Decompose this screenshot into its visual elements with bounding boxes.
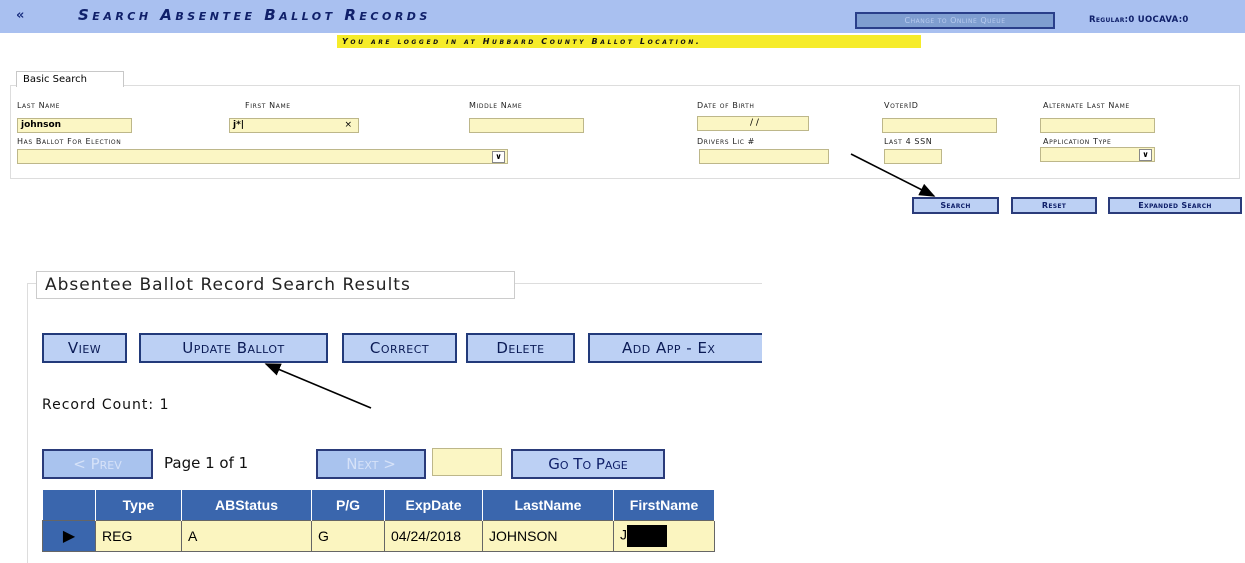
drivers-lic-label: Drivers Lic # [697,137,755,146]
prev-button[interactable]: < Prev [42,449,153,479]
next-button[interactable]: Next > [316,449,426,479]
table-row[interactable]: ▶ REG A G 04/24/2018 JOHNSON J [42,520,715,552]
column-header-lastname[interactable]: LastName [482,490,614,521]
column-header-expdate[interactable]: ExpDate [384,490,483,521]
table-header-row: Type ABStatus P/G ExpDate LastName First… [42,490,715,521]
voterid-label: VoterID [884,101,919,110]
ssn-label: Last 4 SSN [884,137,933,146]
search-button[interactable]: Search [912,197,999,214]
ssn-input[interactable] [884,149,942,164]
add-app-button[interactable]: Add App - Ex [588,333,762,363]
last-name-label: Last Name [17,101,61,110]
results-legend: Absentee Ballot Record Search Results [36,271,515,299]
update-ballot-button[interactable]: Update Ballot [139,333,328,363]
redaction-block [627,525,667,547]
column-header-abstatus[interactable]: ABStatus [181,490,312,521]
cell-type: REG [95,520,182,552]
first-name-input[interactable]: j*| × [229,118,359,133]
queue-counts: Regular:0 UOCAVA:0 [1089,15,1189,25]
app-type-label: Application Type [1043,137,1112,146]
cell-pg: G [311,520,385,552]
go-to-page-button[interactable]: Go To Page [511,449,665,479]
action-toolbar: View Update Ballot Correct Delete Add Ap… [0,325,762,365]
location-banner: You are logged in at Hubbard County Ball… [337,35,921,48]
results-table: Type ABStatus P/G ExpDate LastName First… [42,490,715,552]
expanded-search-button[interactable]: Expanded Search [1108,197,1242,214]
cell-expdate: 04/24/2018 [384,520,483,552]
middle-name-label: Middle Name [469,101,523,110]
row-selector-icon[interactable]: ▶ [42,520,96,552]
app-type-select[interactable]: ∨ [1040,147,1155,162]
alt-last-name-input[interactable] [1040,118,1155,133]
view-button[interactable]: View [42,333,127,363]
basic-search-legend: Basic Search [16,71,124,87]
column-header-firstname[interactable]: FirstName [613,490,715,521]
voterid-input[interactable] [882,118,997,133]
dob-input[interactable]: / / [697,116,809,131]
alt-last-name-label: Alternate Last Name [1043,101,1130,110]
cell-abstatus: A [181,520,312,552]
collapse-icon[interactable]: « [16,8,24,23]
has-ballot-label: Has Ballot For Election [17,137,122,146]
record-count: Record Count: 1 [42,397,170,413]
firstname-value: J [620,526,627,543]
has-ballot-select[interactable]: ∨ [17,149,508,164]
cell-firstname: J [613,520,715,552]
correct-button[interactable]: Correct [342,333,457,363]
page-indicator: Page 1 of 1 [164,454,249,472]
selector-header [42,490,96,521]
middle-name-input[interactable] [469,118,584,133]
dob-label: Date of Birth [697,101,755,110]
change-queue-button[interactable]: Change to Online Queue [855,12,1055,29]
reset-button[interactable]: Reset [1011,197,1097,214]
drivers-lic-input[interactable] [699,149,829,164]
page-title: Search Absentee Ballot Records [78,6,431,24]
delete-button[interactable]: Delete [466,333,575,363]
clear-icon[interactable]: × [344,119,352,132]
first-name-label: First Name [245,101,291,110]
cell-lastname: JOHNSON [482,520,614,552]
last-name-input[interactable]: johnson [17,118,132,133]
column-header-type[interactable]: Type [95,490,182,521]
column-header-pg[interactable]: P/G [311,490,385,521]
page-number-input[interactable] [432,448,502,476]
first-name-value: j*| [233,120,245,130]
chevron-down-icon: ∨ [492,151,505,163]
chevron-down-icon: ∨ [1139,149,1152,161]
